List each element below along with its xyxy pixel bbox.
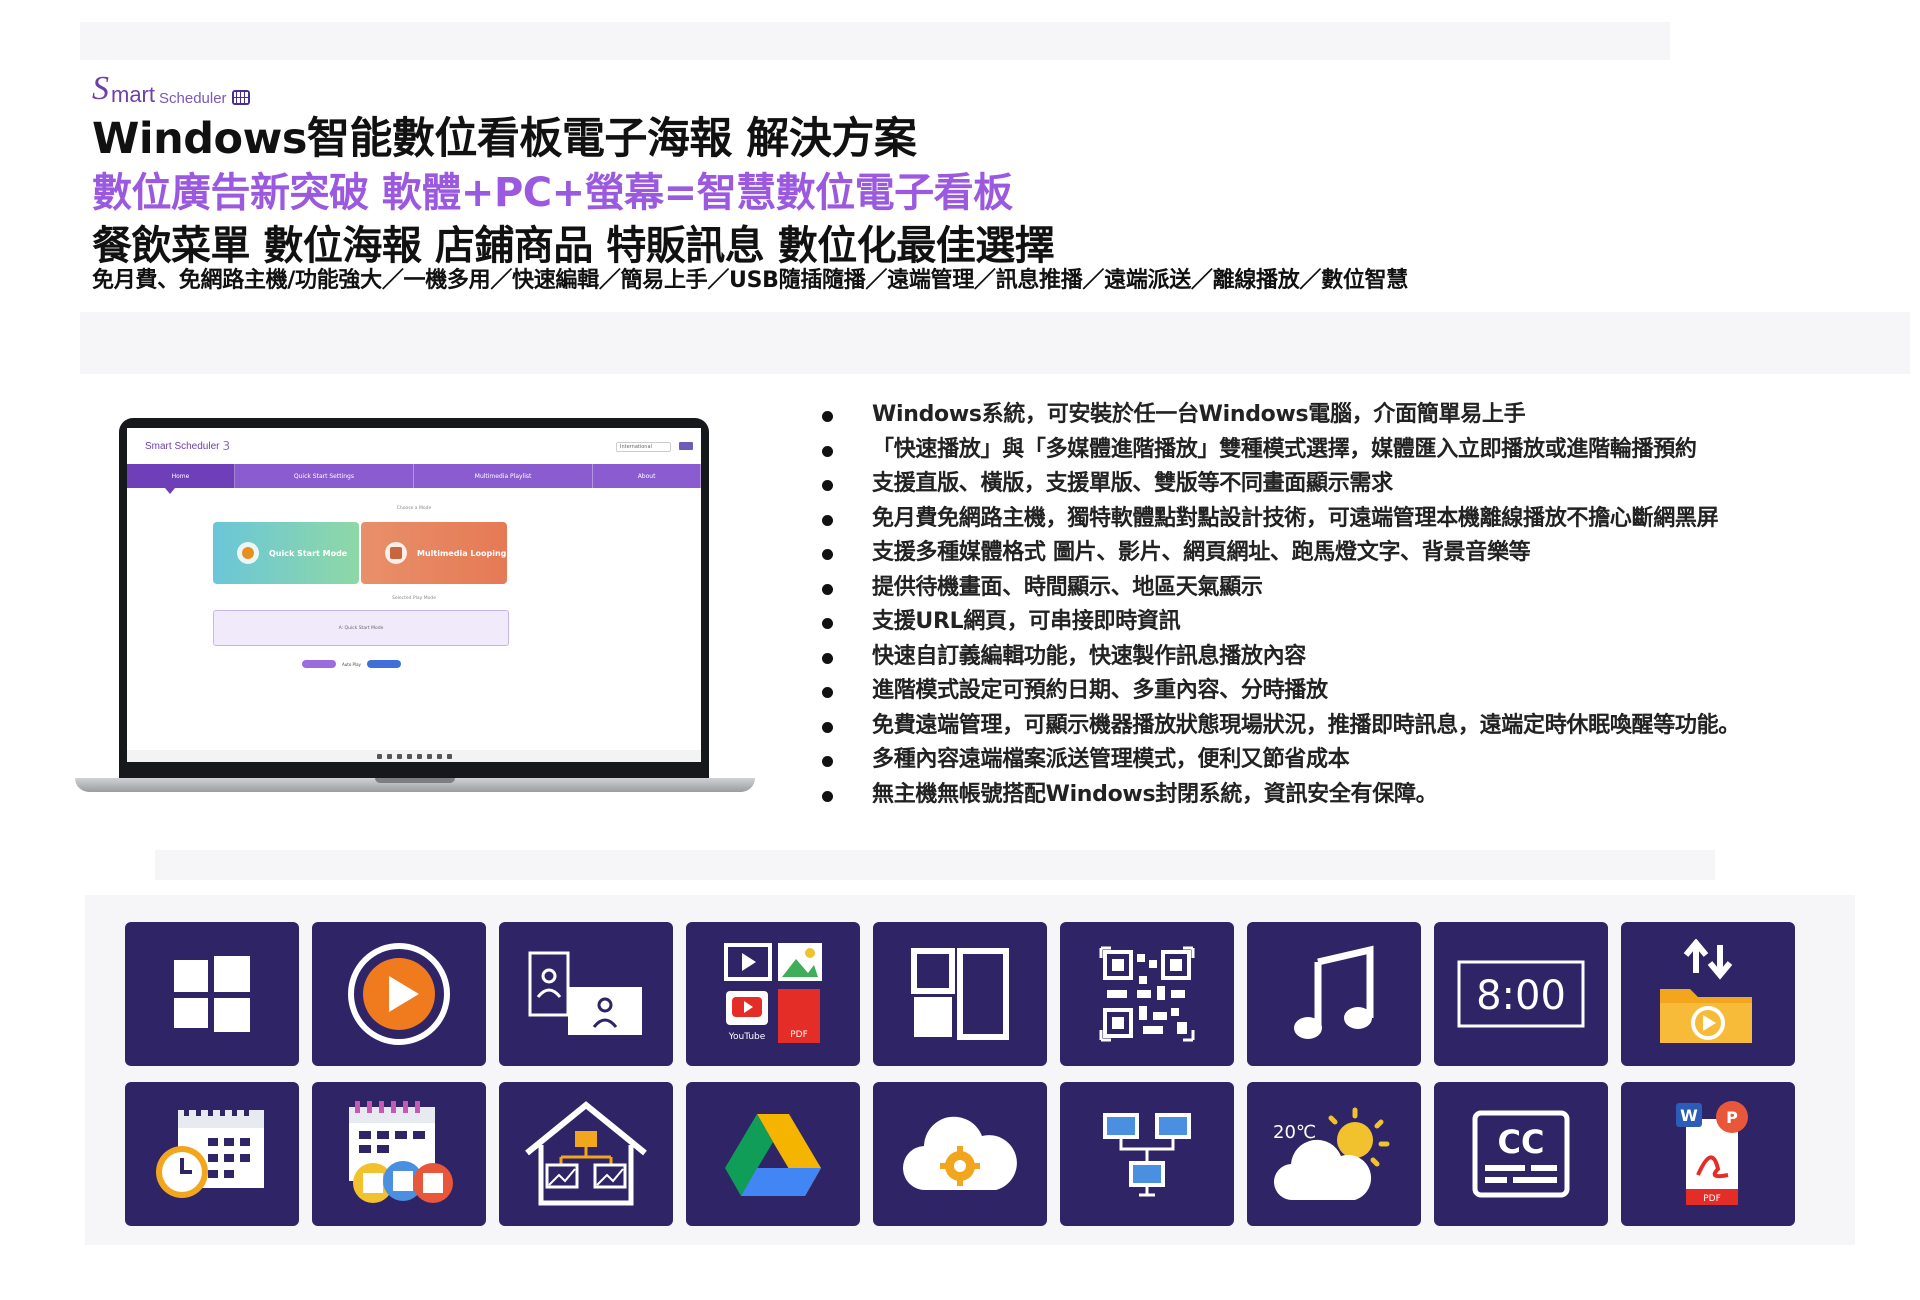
nav-quick-start: Quick Start Settings — [235, 464, 414, 488]
list-item: 進階模式設定可預約日期、多重內容、分時播放 — [822, 674, 1740, 709]
cloud-settings-icon — [873, 1082, 1047, 1226]
film-icon — [385, 542, 407, 564]
list-item: 支援直版、橫版，支援單版、雙版等不同畫面顯示需求 — [822, 467, 1740, 502]
calendar-badge-icon — [231, 90, 250, 105]
choose-mode-label: Choose a Mode — [396, 506, 432, 511]
windows-icon — [125, 922, 299, 1066]
list-item: Windows系統，可安裝於任一台Windows電腦，介面簡單易上手 — [822, 398, 1740, 433]
app-logo: Smart Scheduler — [145, 440, 220, 452]
selected-mode-label: Selected Play Mode — [391, 596, 436, 601]
closed-caption-icon: CC — [1434, 1082, 1608, 1226]
windows-taskbar — [127, 750, 701, 762]
app-nav: Home Quick Start Settings Multimedia Pla… — [127, 464, 701, 488]
pdf-label: PDF — [790, 1030, 808, 1040]
laptop-notch — [375, 778, 455, 783]
quick-start-card: Quick Start Mode — [213, 522, 359, 584]
divider-band — [80, 312, 1910, 374]
play-icon — [312, 922, 486, 1066]
word-letter: W — [1680, 1106, 1698, 1125]
autoplay-label: Auto Play — [342, 661, 361, 667]
laptop-screen-frame: Smart Scheduler 3 International Home Qui… — [119, 418, 709, 778]
header-band — [80, 22, 1670, 60]
clock-time: 8:00 — [1476, 973, 1566, 1019]
clock-icon: 8:00 — [1434, 922, 1608, 1066]
list-item: 「快速播放」與「多媒體進階播放」雙種模式選擇，媒體匯入立即播放或進階輪播預約 — [822, 433, 1740, 468]
folder-transfer-icon — [1621, 922, 1795, 1066]
portrait-landscape-icon — [499, 922, 673, 1066]
app-version: 3 — [222, 439, 231, 453]
nav-multimedia-playlist: Multimedia Playlist — [414, 464, 594, 488]
list-item: 提供待機畫面、時間顯示、地區天氣顯示 — [822, 571, 1740, 606]
list-item: 無主機無帳號搭配Windows封閉系統，資訊安全有保障。 — [822, 778, 1740, 813]
calendar-schedule-icon — [312, 1082, 486, 1226]
list-item: 支援URL網頁，可串接即時資訊 — [822, 605, 1740, 640]
play-icon — [237, 542, 259, 564]
features-line: 免月費、免網路主機/功能強大／一機多用／快速編輯／簡易上手／USB隨插隨播／遠端… — [92, 268, 1408, 293]
google-drive-icon — [686, 1082, 860, 1226]
media-formats-icon: YouTube PDF — [686, 922, 860, 1066]
list-item: 快速自訂義編輯功能，快速製作訊息播放內容 — [822, 640, 1740, 675]
remote-home-icon — [499, 1082, 673, 1226]
exit-button — [366, 660, 401, 668]
page-title: Windows智能數位看板電子海報 解決方案 — [92, 114, 917, 164]
start-button — [302, 660, 336, 668]
pdf-label: PDF — [1703, 1194, 1721, 1204]
ppt-letter: P — [1726, 1108, 1738, 1127]
selected-mode-box: A: Quick Start Mode — [213, 610, 509, 646]
nav-home: Home — [127, 464, 235, 488]
split-layout-icon — [873, 922, 1047, 1066]
youtube-label: YouTube — [728, 1032, 766, 1042]
nav-caret-icon — [165, 488, 175, 494]
page-subtitle: 數位廣告新突破 軟體+PC+螢幕=智慧數位電子看板 — [92, 170, 1013, 216]
office-pdf-icon: PDF W P — [1621, 1082, 1795, 1226]
weather-icon: 20℃ — [1247, 1082, 1421, 1226]
laptop-mockup: Smart Scheduler 3 International Home Qui… — [75, 418, 755, 818]
list-item: 免費遠端管理，可顯示機器播放狀態現場狀況，推播即時訊息，遠端定時休眠喚醒等功能。 — [822, 709, 1740, 744]
list-item: 支援多種媒體格式 圖片、影片、網頁網址、跑馬燈文字、背景音樂等 — [822, 536, 1740, 571]
calendar-clock-icon — [125, 1082, 299, 1226]
multimedia-card: Multimedia Looping — [361, 522, 507, 584]
weather-temp: 20℃ — [1273, 1122, 1316, 1143]
app-header: Smart Scheduler 3 International — [127, 428, 701, 464]
app-buttons: Auto Play — [302, 660, 401, 668]
music-icon — [1247, 922, 1421, 1066]
list-item: 多種內容遠端檔案派送管理模式，便利又節省成本 — [822, 743, 1740, 778]
nav-about: About — [593, 464, 701, 488]
window-controls-icon — [679, 442, 693, 450]
language-select: International — [616, 442, 671, 452]
list-item: 免月費免網路主機，獨特軟體點對點設計技術，可遠端管理本機離線播放不擔心斷網黑屏 — [822, 502, 1740, 537]
app-screenshot: Smart Scheduler 3 International Home Qui… — [127, 428, 701, 762]
cc-label: CC — [1498, 1123, 1545, 1161]
feature-list: Windows系統，可安裝於任一台Windows電腦，介面簡單易上手 「快速播放… — [822, 398, 1740, 812]
tiles-top-band — [155, 850, 1715, 880]
qr-code-icon — [1060, 922, 1234, 1066]
brand-logo: Smart Scheduler — [92, 72, 250, 106]
network-monitors-icon — [1060, 1082, 1234, 1226]
